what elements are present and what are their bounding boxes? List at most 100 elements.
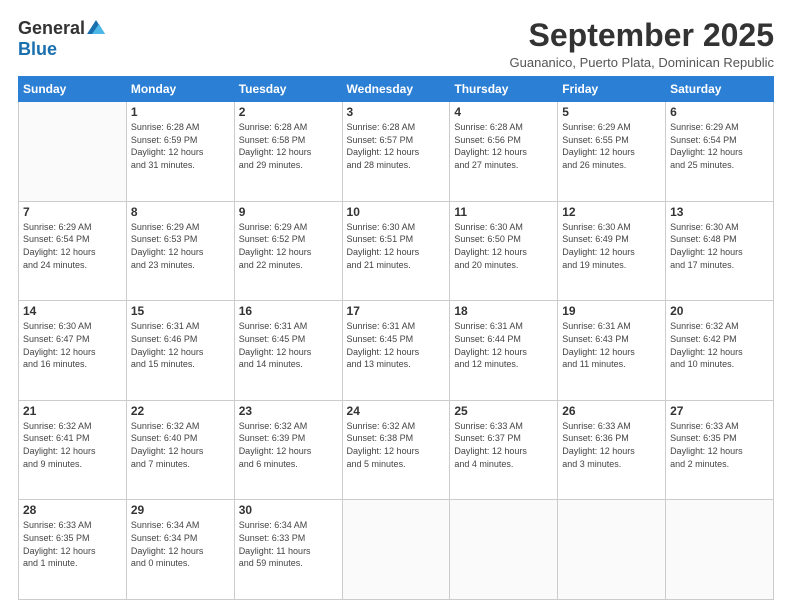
table-row: 10 Sunrise: 6:30 AM Sunset: 6:51 PM Dayli…: [342, 201, 450, 301]
day-info: Sunrise: 6:33 AM Sunset: 6:37 PM Dayligh…: [454, 420, 553, 470]
day-number: 7: [23, 205, 122, 219]
day-info: Sunrise: 6:29 AM Sunset: 6:54 PM Dayligh…: [23, 221, 122, 271]
day-number: 18: [454, 304, 553, 318]
col-sunday: Sunday: [19, 77, 127, 102]
table-row: [450, 500, 558, 600]
table-row: [666, 500, 774, 600]
col-tuesday: Tuesday: [234, 77, 342, 102]
day-number: 2: [239, 105, 338, 119]
day-number: 23: [239, 404, 338, 418]
day-info: Sunrise: 6:32 AM Sunset: 6:38 PM Dayligh…: [347, 420, 446, 470]
table-row: [558, 500, 666, 600]
day-number: 29: [131, 503, 230, 517]
day-info: Sunrise: 6:31 AM Sunset: 6:45 PM Dayligh…: [239, 320, 338, 370]
day-number: 24: [347, 404, 446, 418]
day-info: Sunrise: 6:28 AM Sunset: 6:59 PM Dayligh…: [131, 121, 230, 171]
logo-icon: [87, 20, 105, 34]
col-wednesday: Wednesday: [342, 77, 450, 102]
table-row: 18 Sunrise: 6:31 AM Sunset: 6:44 PM Dayli…: [450, 301, 558, 401]
table-row: 28Sunrise: 6:33 AM Sunset: 6:35 PM Dayli…: [19, 500, 127, 600]
table-row: 20Sunrise: 6:32 AM Sunset: 6:42 PM Dayli…: [666, 301, 774, 401]
day-number: 30: [239, 503, 338, 517]
day-number: 26: [562, 404, 661, 418]
table-row: 1 Sunrise: 6:28 AM Sunset: 6:59 PM Daylig…: [126, 102, 234, 202]
table-row: 9 Sunrise: 6:29 AM Sunset: 6:52 PM Daylig…: [234, 201, 342, 301]
table-row: 4 Sunrise: 6:28 AM Sunset: 6:56 PM Daylig…: [450, 102, 558, 202]
month-title: September 2025: [510, 18, 774, 53]
title-section: September 2025 Guananico, Puerto Plata, …: [510, 18, 774, 70]
day-info: Sunrise: 6:29 AM Sunset: 6:52 PM Dayligh…: [239, 221, 338, 271]
day-number: 1: [131, 105, 230, 119]
page: General Blue September 2025 Guananico, P…: [0, 0, 792, 612]
day-info: Sunrise: 6:28 AM Sunset: 6:57 PM Dayligh…: [347, 121, 446, 171]
col-friday: Friday: [558, 77, 666, 102]
day-info: Sunrise: 6:32 AM Sunset: 6:41 PM Dayligh…: [23, 420, 122, 470]
day-number: 5: [562, 105, 661, 119]
day-number: 15: [131, 304, 230, 318]
table-row: 26 Sunrise: 6:33 AM Sunset: 6:36 PM Dayli…: [558, 400, 666, 500]
logo-blue-text: Blue: [18, 39, 57, 60]
table-row: 17Sunrise: 6:31 AM Sunset: 6:45 PM Dayli…: [342, 301, 450, 401]
day-info: Sunrise: 6:31 AM Sunset: 6:44 PM Dayligh…: [454, 320, 553, 370]
table-row: 7 Sunrise: 6:29 AM Sunset: 6:54 PM Daylig…: [19, 201, 127, 301]
day-info: Sunrise: 6:30 AM Sunset: 6:49 PM Dayligh…: [562, 221, 661, 271]
table-row: 15Sunrise: 6:31 AM Sunset: 6:46 PM Dayli…: [126, 301, 234, 401]
table-row: 23 Sunrise: 6:32 AM Sunset: 6:39 PM Dayli…: [234, 400, 342, 500]
day-info: Sunrise: 6:30 AM Sunset: 6:50 PM Dayligh…: [454, 221, 553, 271]
table-row: 27 Sunrise: 6:33 AM Sunset: 6:35 PM Dayli…: [666, 400, 774, 500]
calendar-header-row: Sunday Monday Tuesday Wednesday Thursday…: [19, 77, 774, 102]
day-info: Sunrise: 6:32 AM Sunset: 6:40 PM Dayligh…: [131, 420, 230, 470]
table-row: 2 Sunrise: 6:28 AM Sunset: 6:58 PM Daylig…: [234, 102, 342, 202]
day-number: 3: [347, 105, 446, 119]
logo: General Blue: [18, 18, 105, 60]
day-number: 13: [670, 205, 769, 219]
col-thursday: Thursday: [450, 77, 558, 102]
day-number: 28: [23, 503, 122, 517]
day-number: 9: [239, 205, 338, 219]
calendar-week-row: 28Sunrise: 6:33 AM Sunset: 6:35 PM Dayli…: [19, 500, 774, 600]
table-row: 30 Sunrise: 6:34 AM Sunset: 6:33 PM Dayli…: [234, 500, 342, 600]
calendar-week-row: 14 Sunrise: 6:30 AM Sunset: 6:47 PM Dayli…: [19, 301, 774, 401]
table-row: 25Sunrise: 6:33 AM Sunset: 6:37 PM Dayli…: [450, 400, 558, 500]
col-monday: Monday: [126, 77, 234, 102]
day-info: Sunrise: 6:28 AM Sunset: 6:58 PM Dayligh…: [239, 121, 338, 171]
table-row: 6Sunrise: 6:29 AM Sunset: 6:54 PM Daylig…: [666, 102, 774, 202]
col-saturday: Saturday: [666, 77, 774, 102]
table-row: 5 Sunrise: 6:29 AM Sunset: 6:55 PM Daylig…: [558, 102, 666, 202]
day-info: Sunrise: 6:31 AM Sunset: 6:45 PM Dayligh…: [347, 320, 446, 370]
table-row: 22Sunrise: 6:32 AM Sunset: 6:40 PM Dayli…: [126, 400, 234, 500]
table-row: 14 Sunrise: 6:30 AM Sunset: 6:47 PM Dayli…: [19, 301, 127, 401]
day-number: 10: [347, 205, 446, 219]
day-number: 12: [562, 205, 661, 219]
day-info: Sunrise: 6:32 AM Sunset: 6:39 PM Dayligh…: [239, 420, 338, 470]
day-info: Sunrise: 6:30 AM Sunset: 6:47 PM Dayligh…: [23, 320, 122, 370]
day-number: 8: [131, 205, 230, 219]
calendar-week-row: 21 Sunrise: 6:32 AM Sunset: 6:41 PM Dayli…: [19, 400, 774, 500]
table-row: 29Sunrise: 6:34 AM Sunset: 6:34 PM Dayli…: [126, 500, 234, 600]
day-number: 14: [23, 304, 122, 318]
day-info: Sunrise: 6:32 AM Sunset: 6:42 PM Dayligh…: [670, 320, 769, 370]
day-info: Sunrise: 6:28 AM Sunset: 6:56 PM Dayligh…: [454, 121, 553, 171]
day-info: Sunrise: 6:34 AM Sunset: 6:33 PM Dayligh…: [239, 519, 338, 569]
day-number: 27: [670, 404, 769, 418]
day-number: 4: [454, 105, 553, 119]
day-info: Sunrise: 6:30 AM Sunset: 6:51 PM Dayligh…: [347, 221, 446, 271]
day-info: Sunrise: 6:33 AM Sunset: 6:36 PM Dayligh…: [562, 420, 661, 470]
header: General Blue September 2025 Guananico, P…: [18, 18, 774, 70]
day-number: 16: [239, 304, 338, 318]
table-row: 19Sunrise: 6:31 AM Sunset: 6:43 PM Dayli…: [558, 301, 666, 401]
table-row: 13 Sunrise: 6:30 AM Sunset: 6:48 PM Dayli…: [666, 201, 774, 301]
table-row: 11 Sunrise: 6:30 AM Sunset: 6:50 PM Dayli…: [450, 201, 558, 301]
table-row: [342, 500, 450, 600]
table-row: 8Sunrise: 6:29 AM Sunset: 6:53 PM Daylig…: [126, 201, 234, 301]
table-row: 12 Sunrise: 6:30 AM Sunset: 6:49 PM Dayli…: [558, 201, 666, 301]
day-number: 11: [454, 205, 553, 219]
calendar-week-row: 1 Sunrise: 6:28 AM Sunset: 6:59 PM Daylig…: [19, 102, 774, 202]
table-row: 3 Sunrise: 6:28 AM Sunset: 6:57 PM Daylig…: [342, 102, 450, 202]
day-info: Sunrise: 6:33 AM Sunset: 6:35 PM Dayligh…: [670, 420, 769, 470]
day-info: Sunrise: 6:29 AM Sunset: 6:55 PM Dayligh…: [562, 121, 661, 171]
day-number: 21: [23, 404, 122, 418]
location-subtitle: Guananico, Puerto Plata, Dominican Repub…: [510, 55, 774, 70]
calendar-table: Sunday Monday Tuesday Wednesday Thursday…: [18, 76, 774, 600]
day-info: Sunrise: 6:30 AM Sunset: 6:48 PM Dayligh…: [670, 221, 769, 271]
